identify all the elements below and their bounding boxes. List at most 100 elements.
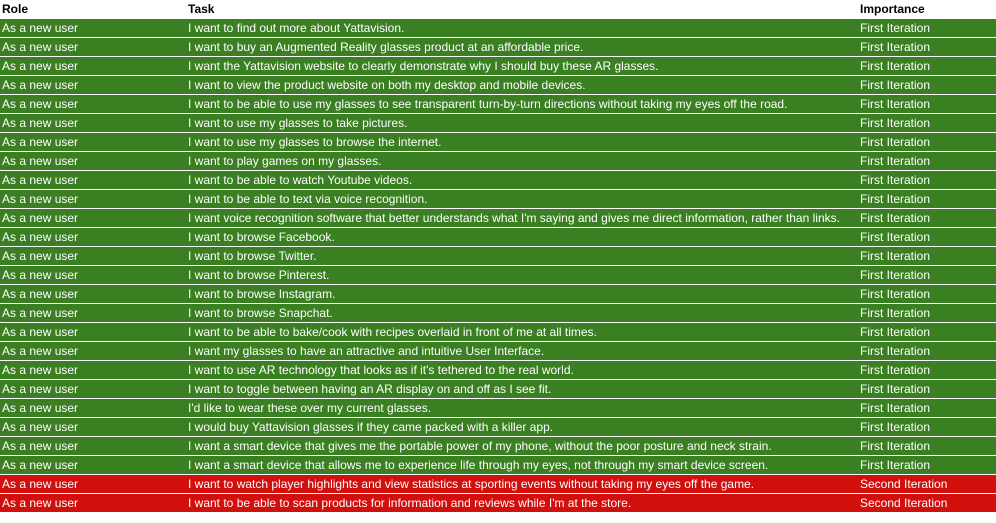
table-row: As a new user I want to browse Twitter. Fi… xyxy=(0,247,996,266)
cell-role: As a new user xyxy=(0,114,186,133)
table-row: As a new user I want to be able to watch … xyxy=(0,171,996,190)
cell-role: As a new user xyxy=(0,190,186,209)
table-row: As a new user I want to view the product … xyxy=(0,76,996,95)
cell-role: As a new user xyxy=(0,380,186,399)
cell-role: As a new user xyxy=(0,399,186,418)
table-row: As a new user I would buy Yattavision gla… xyxy=(0,418,996,437)
table-row: As a new user I want to use my glasses to… xyxy=(0,114,996,133)
table-row: As a new user I want to play games on my … xyxy=(0,152,996,171)
cell-task: I want to browse Twitter. xyxy=(186,247,858,266)
cell-task: I want to toggle between having an AR di… xyxy=(186,380,858,399)
table-row: As a new user I'd like to wear these over… xyxy=(0,399,996,418)
column-header-importance: Importance xyxy=(858,0,996,19)
cell-task: I want to use AR technology that looks a… xyxy=(186,361,858,380)
cell-role: As a new user xyxy=(0,266,186,285)
cell-task: I want to buy an Augmented Reality glass… xyxy=(186,38,858,57)
cell-task: I want to be able to text via voice reco… xyxy=(186,190,858,209)
cell-importance: First Iteration xyxy=(858,152,996,171)
cell-role: As a new user xyxy=(0,323,186,342)
cell-role: As a new user xyxy=(0,304,186,323)
cell-role: As a new user xyxy=(0,133,186,152)
cell-importance: First Iteration xyxy=(858,304,996,323)
cell-task: I want to play games on my glasses. xyxy=(186,152,858,171)
cell-importance: First Iteration xyxy=(858,57,996,76)
table-row: As a new user I want to use my glasses to… xyxy=(0,133,996,152)
cell-task: I want the Yattavision website to clearl… xyxy=(186,57,858,76)
table-row: As a new user I want to find out more abo… xyxy=(0,19,996,38)
cell-importance: First Iteration xyxy=(858,190,996,209)
table-row: As a new user I want my glasses to have a… xyxy=(0,342,996,361)
cell-task: I want to use my glasses to browse the i… xyxy=(186,133,858,152)
cell-task: I want to be able to bake/cook with reci… xyxy=(186,323,858,342)
cell-importance: First Iteration xyxy=(858,209,996,228)
cell-importance: First Iteration xyxy=(858,342,996,361)
cell-task: I want to find out more about Yattavisio… xyxy=(186,19,858,38)
column-header-task: Task xyxy=(186,0,858,19)
cell-role: As a new user xyxy=(0,361,186,380)
cell-importance: First Iteration xyxy=(858,76,996,95)
cell-importance: First Iteration xyxy=(858,437,996,456)
table-row: As a new user I want to watch player high… xyxy=(0,475,996,494)
user-stories-table: Role Task Importance As a new user I want… xyxy=(0,0,996,513)
table-row: As a new user I want to be able to use my… xyxy=(0,95,996,114)
cell-role: As a new user xyxy=(0,57,186,76)
cell-importance: Second Iteration xyxy=(858,494,996,513)
table-row: As a new user I want to be able to scan p… xyxy=(0,494,996,513)
cell-importance: First Iteration xyxy=(858,171,996,190)
header-row: Role Task Importance xyxy=(0,0,996,19)
cell-importance: First Iteration xyxy=(858,38,996,57)
cell-importance: First Iteration xyxy=(858,361,996,380)
table-row: As a new user I want to use AR technology… xyxy=(0,361,996,380)
cell-importance: First Iteration xyxy=(858,285,996,304)
cell-task: I'd like to wear these over my current g… xyxy=(186,399,858,418)
table-row: As a new user I want a smart device that … xyxy=(0,456,996,475)
cell-importance: First Iteration xyxy=(858,114,996,133)
cell-importance: First Iteration xyxy=(858,228,996,247)
table-row: As a new user I want the Yattavision webs… xyxy=(0,57,996,76)
cell-task: I want to watch player highlights and vi… xyxy=(186,475,858,494)
cell-task: I want to browse Snapchat. xyxy=(186,304,858,323)
cell-role: As a new user xyxy=(0,285,186,304)
cell-importance: First Iteration xyxy=(858,418,996,437)
cell-role: As a new user xyxy=(0,228,186,247)
cell-role: As a new user xyxy=(0,437,186,456)
cell-task: I would buy Yattavision glasses if they … xyxy=(186,418,858,437)
cell-importance: First Iteration xyxy=(858,266,996,285)
table-row: As a new user I want to browse Pinterest.… xyxy=(0,266,996,285)
table-row: As a new user I want to be able to text v… xyxy=(0,190,996,209)
cell-importance: First Iteration xyxy=(858,456,996,475)
table-row: As a new user I want voice recognition so… xyxy=(0,209,996,228)
cell-task: I want a smart device that allows me to … xyxy=(186,456,858,475)
cell-role: As a new user xyxy=(0,475,186,494)
table-row: As a new user I want to browse Snapchat. F… xyxy=(0,304,996,323)
cell-importance: First Iteration xyxy=(858,399,996,418)
cell-role: As a new user xyxy=(0,494,186,513)
table-row: As a new user I want to browse Instagram.… xyxy=(0,285,996,304)
table-row: As a new user I want to buy an Augmented … xyxy=(0,38,996,57)
cell-importance: First Iteration xyxy=(858,323,996,342)
table-row: As a new user I want to toggle between ha… xyxy=(0,380,996,399)
cell-role: As a new user xyxy=(0,95,186,114)
cell-task: I want to browse Instagram. xyxy=(186,285,858,304)
table-body: As a new user I want to find out more abo… xyxy=(0,19,996,513)
cell-role: As a new user xyxy=(0,171,186,190)
cell-task: I want to use my glasses to take picture… xyxy=(186,114,858,133)
cell-task: I want voice recognition software that b… xyxy=(186,209,858,228)
table-row: As a new user I want to browse Facebook. F… xyxy=(0,228,996,247)
cell-task: I want to be able to watch Youtube video… xyxy=(186,171,858,190)
cell-importance: Second Iteration xyxy=(858,475,996,494)
cell-role: As a new user xyxy=(0,456,186,475)
cell-importance: First Iteration xyxy=(858,380,996,399)
cell-role: As a new user xyxy=(0,19,186,38)
cell-importance: First Iteration xyxy=(858,133,996,152)
cell-role: As a new user xyxy=(0,38,186,57)
column-header-role: Role xyxy=(0,0,186,19)
cell-task: I want a smart device that gives me the … xyxy=(186,437,858,456)
cell-role: As a new user xyxy=(0,342,186,361)
cell-role: As a new user xyxy=(0,152,186,171)
cell-importance: First Iteration xyxy=(858,19,996,38)
cell-role: As a new user xyxy=(0,418,186,437)
cell-role: As a new user xyxy=(0,209,186,228)
table-row: As a new user I want to be able to bake/c… xyxy=(0,323,996,342)
cell-task: I want to view the product website on bo… xyxy=(186,76,858,95)
